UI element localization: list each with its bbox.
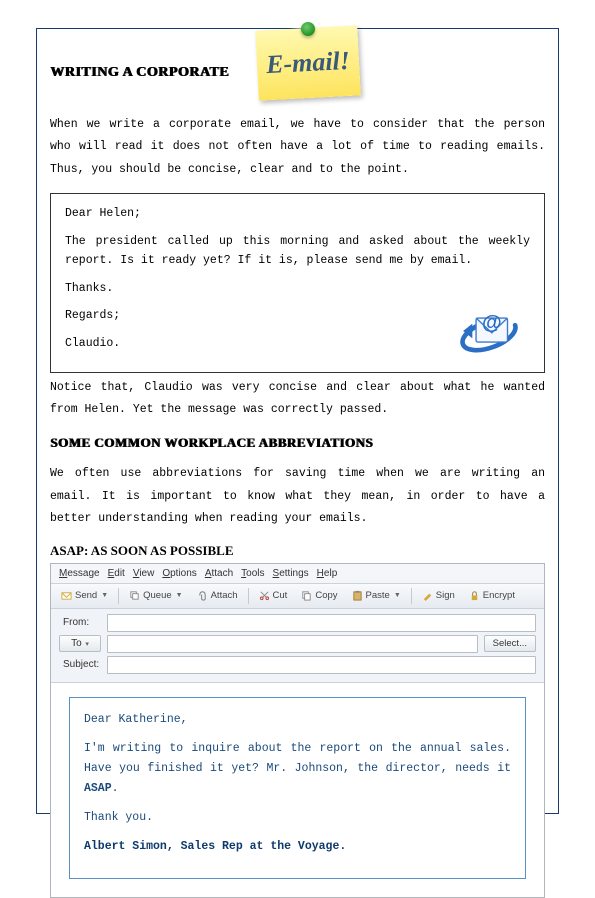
chevron-down-icon: ▼ [176,592,183,599]
to-row: To ▾ Select... [59,635,536,653]
pen-icon [422,590,433,601]
pushpin-icon [301,22,315,36]
menu-help[interactable]: Help [317,568,338,579]
menu-view[interactable]: View [133,568,155,579]
toolbar-separator [248,588,249,604]
menubar: Message Edit View Options Attach Tools S… [51,564,544,584]
from-input[interactable] [107,614,536,632]
from-label: From: [59,615,101,630]
send-icon [61,590,72,601]
compose-body-post: . [112,782,119,795]
svg-text:@: @ [482,312,502,334]
copy-button[interactable]: Copy [297,588,341,603]
subject-label: Subject: [59,657,101,672]
toolbar-separator [118,588,119,604]
menu-edit[interactable]: Edit [108,568,125,579]
to-input[interactable] [107,635,478,653]
sample-email-box: Dear Helen; The president called up this… [50,193,545,372]
compose-greeting: Dear Katherine, [84,710,511,730]
subject-input[interactable] [107,656,536,674]
paperclip-icon [197,590,208,601]
paste-button[interactable]: Paste ▼ [348,588,405,603]
menu-attach[interactable]: Attach [205,568,233,579]
sticky-note-paper: E-mail! [255,25,361,100]
compose-body-pre: I'm writing to inquire about the report … [84,742,511,775]
email-greeting: Dear Helen; [65,204,530,224]
section-abbreviations-title: Some Common Workplace Abbreviations [50,435,545,451]
queue-label: Queue [143,590,172,601]
menu-options[interactable]: Options [162,568,196,579]
copy-icon [301,590,312,601]
copy-label: Copy [315,590,337,601]
email-body: The president called up this morning and… [65,232,530,271]
asap-heading: ASAP: AS SOON AS POSSIBLE [50,543,545,559]
toolbar: Send ▼ Queue ▼ Attach Cut Copy [51,584,544,609]
compose-thanks: Thank you. [84,808,511,828]
attach-button[interactable]: Attach [193,588,242,603]
email-client-window: Message Edit View Options Attach Tools S… [50,563,545,898]
email-thanks: Thanks. [65,279,530,299]
menu-settings[interactable]: Settings [273,568,309,579]
attach-label: Attach [211,590,238,601]
header-fields: From: To ▾ Select... Subject: [51,609,544,683]
queue-icon [129,590,140,601]
title-row: Writing a Corporate E-mail! [50,48,545,98]
asap-text: ASAP [84,782,112,795]
compose-inner: Dear Katherine, I'm writing to inquire a… [69,697,526,880]
to-button[interactable]: To ▾ [59,635,101,652]
chevron-down-icon: ▾ [85,641,89,648]
sticky-note: E-mail! [257,28,359,98]
after-email-paragraph: Notice that, Claudio was very concise an… [50,377,545,422]
clipboard-icon [352,590,363,601]
toolbar-separator [411,588,412,604]
chevron-down-icon: ▼ [394,592,401,599]
cut-label: Cut [273,590,288,601]
send-label: Send [75,590,97,601]
encrypt-label: Encrypt [483,590,515,601]
lock-icon [469,590,480,601]
encrypt-button[interactable]: Encrypt [465,588,519,603]
from-row: From: [59,614,536,632]
email-at-icon: @ [452,300,526,362]
main-title: Writing a Corporate [50,65,229,81]
select-button[interactable]: Select... [484,635,536,652]
compose-signature: Albert Simon, Sales Rep at the Voyage. [84,837,511,857]
document-content: Writing a Corporate E-mail! When we writ… [50,40,545,802]
compose-area[interactable]: Dear Katherine, I'm writing to inquire a… [51,683,544,898]
to-label: To [71,638,82,649]
compose-body: I'm writing to inquire about the report … [84,739,511,799]
menu-tools[interactable]: Tools [241,568,264,579]
cut-button[interactable]: Cut [255,588,292,603]
sign-button[interactable]: Sign [418,588,459,603]
subject-row: Subject: [59,656,536,674]
intro-paragraph: When we write a corporate email, we have… [50,114,545,181]
sign-label: Sign [436,590,455,601]
abbrev-intro-paragraph: We often use abbreviations for saving ti… [50,463,545,530]
menu-message[interactable]: Message [59,568,100,579]
scissors-icon [259,590,270,601]
chevron-down-icon: ▼ [101,592,108,599]
send-button[interactable]: Send ▼ [57,588,112,603]
paste-label: Paste [366,590,390,601]
queue-button[interactable]: Queue ▼ [125,588,186,603]
